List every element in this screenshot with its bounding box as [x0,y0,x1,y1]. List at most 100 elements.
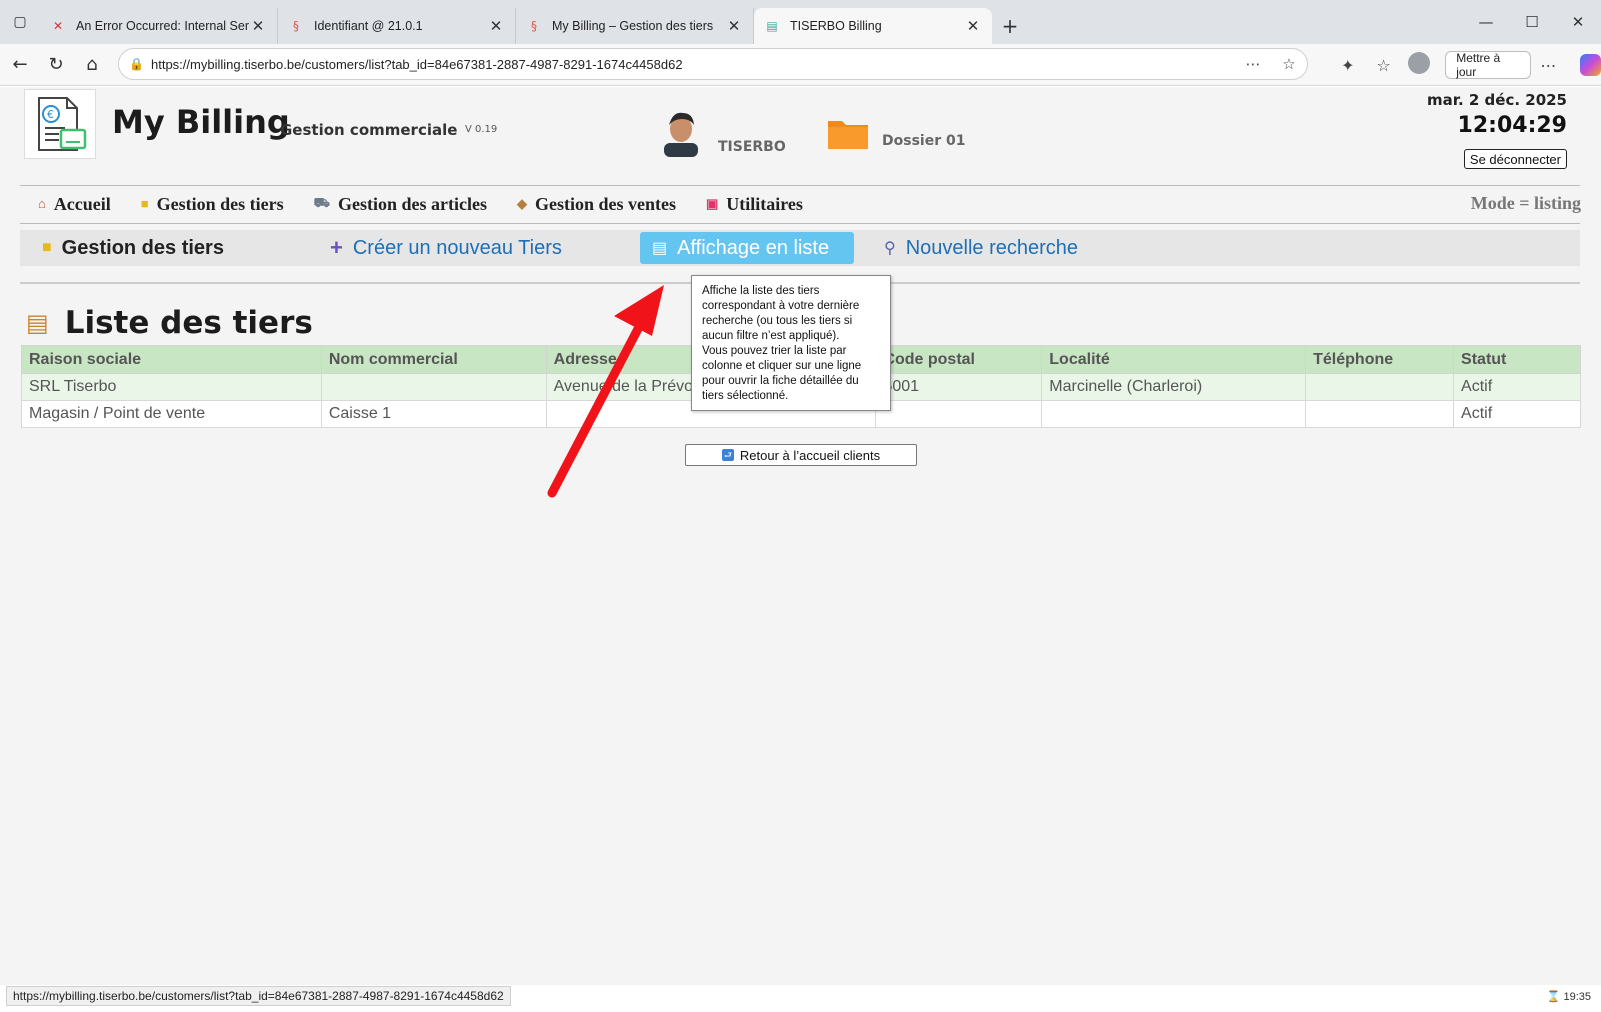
clock-text: 19:35 [1563,991,1591,1003]
list-title-text: Liste des tiers [64,305,313,341]
table-cell: Actif [1453,400,1581,428]
app-subtitle: Gestion commerciale [280,121,458,139]
close-icon[interactable]: ✕ [487,17,505,35]
main-nav: ⌂ Accueil ■ Gestion des tiers ⛟ Gestion … [38,191,833,217]
nav-item-ventes[interactable]: ◆ Gestion des ventes [517,194,676,215]
table-cell [1305,400,1455,428]
profile-icon[interactable] [1401,52,1437,78]
close-window-icon[interactable]: ✕ [1555,0,1601,44]
billing-doc-icon: ▤ [766,19,778,33]
back-to-clients-button[interactable]: ⮐ Retour à l’accueil clients [685,444,917,466]
table-cell [1305,373,1455,401]
table-cell: Caisse 1 [320,400,547,428]
create-tiers-link[interactable]: + Créer un nouveau Tiers [330,230,562,266]
column-header[interactable]: Nom commercial [320,345,547,374]
cart-icon: ⛟ [313,195,330,210]
url-field[interactable]: 🔒 https://mybilling.tiserbo.be/customers… [118,48,1308,80]
new-search-link[interactable]: ⚲ Nouvelle recherche [884,230,1078,266]
swirl-icon: § [293,19,299,33]
current-time: 12:04:29 [1457,113,1567,138]
table-cell [1041,400,1307,428]
column-header[interactable]: Statut [1453,345,1581,374]
close-icon[interactable]: ✕ [725,17,743,35]
table-cell: Magasin / Point de vente [21,400,322,428]
section-label: Gestion des tiers [61,236,224,259]
browser-tools: ✦ ☆ Mettre à jour ⋯ [1330,48,1601,82]
current-date: mar. 2 déc. 2025 [1426,91,1567,109]
close-icon[interactable]: ✕ [249,17,267,35]
favorite-star-icon[interactable]: ☆ [1271,55,1307,73]
extensions-icon[interactable]: ✦ [1330,56,1366,75]
lock-icon[interactable]: 🔒 [129,57,151,71]
back-arrow-icon: ⮐ [721,449,734,461]
billing-logo-icon: € [24,89,96,159]
sub-nav: ■ Gestion des tiers + Créer un nouveau T… [20,230,1580,266]
link-label: Créer un nouveau Tiers [352,236,562,259]
link-label: Nouvelle recherche [905,236,1079,259]
folder-name: Dossier 01 [882,133,966,149]
button-label: Retour à l’accueil clients [739,447,881,463]
nav-item-accueil[interactable]: ⌂ Accueil [38,194,111,215]
house-icon: ⌂ [38,196,46,211]
minimize-icon[interactable]: — [1463,0,1509,44]
user-name: TISERBO [718,139,786,155]
column-header[interactable]: Téléphone [1305,345,1455,374]
toolbox-icon: ▣ [705,196,719,211]
magnifier-icon: ⚲ [884,240,896,257]
table-cell [875,400,1043,428]
divider [20,185,1580,186]
copilot-icon[interactable] [1580,54,1601,76]
browser-tab-3[interactable]: ▤ TISERBO Billing ✕ [754,8,992,44]
sidebar-toggle-icon[interactable]: ▢ [0,0,40,44]
tooltip-line: Vous pouvez trier la liste par [702,345,847,357]
table-cell: Marcinelle (Charleroi) [1041,373,1307,401]
update-button[interactable]: Mettre à jour [1445,51,1531,79]
tooltip-line: tiers sélectionné. [702,390,789,402]
close-icon[interactable]: ✕ [964,17,982,35]
column-header[interactable]: Localité [1041,345,1307,374]
folder-icon: ■ [42,239,52,256]
reload-icon[interactable]: ↻ [38,47,74,83]
new-tab-icon[interactable]: + [992,8,1028,44]
table-cell: Actif [1453,373,1581,401]
nav-item-tiers[interactable]: ■ Gestion des tiers [141,194,284,215]
menu-dots-icon[interactable]: ⋯ [1531,56,1567,75]
column-header[interactable]: Code postal [875,345,1043,374]
browser-tab-0[interactable]: ✕ An Error Occurred: Internal Server ✕ [40,8,278,44]
folder-icon: ■ [140,196,149,211]
back-arrow-icon[interactable]: ← [2,47,38,83]
column-header[interactable]: Raison sociale [21,345,322,374]
tooltip-line: recherche (ou tous les tiers si [702,315,853,327]
address-bar: ← ↻ ⌂ 🔒 https://mybilling.tiserbo.be/cus… [0,44,1601,86]
plus-icon: + [330,235,343,260]
window-controls: — ☐ ✕ [1463,0,1601,44]
clipboard-icon: ▤ [26,309,49,337]
list-view-tooltip: Affiche la liste des tiers correspondant… [691,275,891,411]
tooltip-line: correspondant à votre dernière [702,300,860,312]
tooltip-line: pour ouvrir la fiche détaillée du [702,375,859,387]
nav-label: Gestion des ventes [534,193,676,214]
package-icon: ◆ [516,196,527,211]
folder-icon [828,121,868,149]
favorites-icon[interactable]: ☆ [1366,56,1402,75]
maximize-icon[interactable]: ☐ [1509,0,1555,44]
divider [20,223,1580,224]
logout-button[interactable]: Se déconnecter [1463,149,1567,169]
home-icon[interactable]: ⌂ [74,47,110,83]
list-view-button[interactable]: ▤ Affichage en liste [640,232,854,264]
app-title: My Billing [112,103,290,141]
nav-item-utilitaires[interactable]: ▣ Utilitaires [706,194,803,215]
more-dots-icon[interactable]: ⋯ [1235,55,1271,73]
status-clock: ⌛ 19:35 [1546,991,1591,1003]
svg-text:€: € [47,108,54,121]
table-cell: SRL Tiserbo [21,373,322,401]
section-title: ■ Gestion des tiers [42,230,224,266]
swirl-icon: § [531,19,537,33]
tab-title: Identifiant @ 21.0.1 [314,19,423,33]
table-cell [320,373,547,401]
nav-label: Utilitaires [726,193,803,214]
nav-item-articles[interactable]: ⛟ Gestion des articles [314,194,487,215]
tooltip-line: aucun filtre n’est appliqué). [702,330,840,342]
browser-tab-1[interactable]: § Identifiant @ 21.0.1 ✕ [278,8,516,44]
browser-tab-2[interactable]: § My Billing – Gestion des tiers ✕ [516,8,754,44]
